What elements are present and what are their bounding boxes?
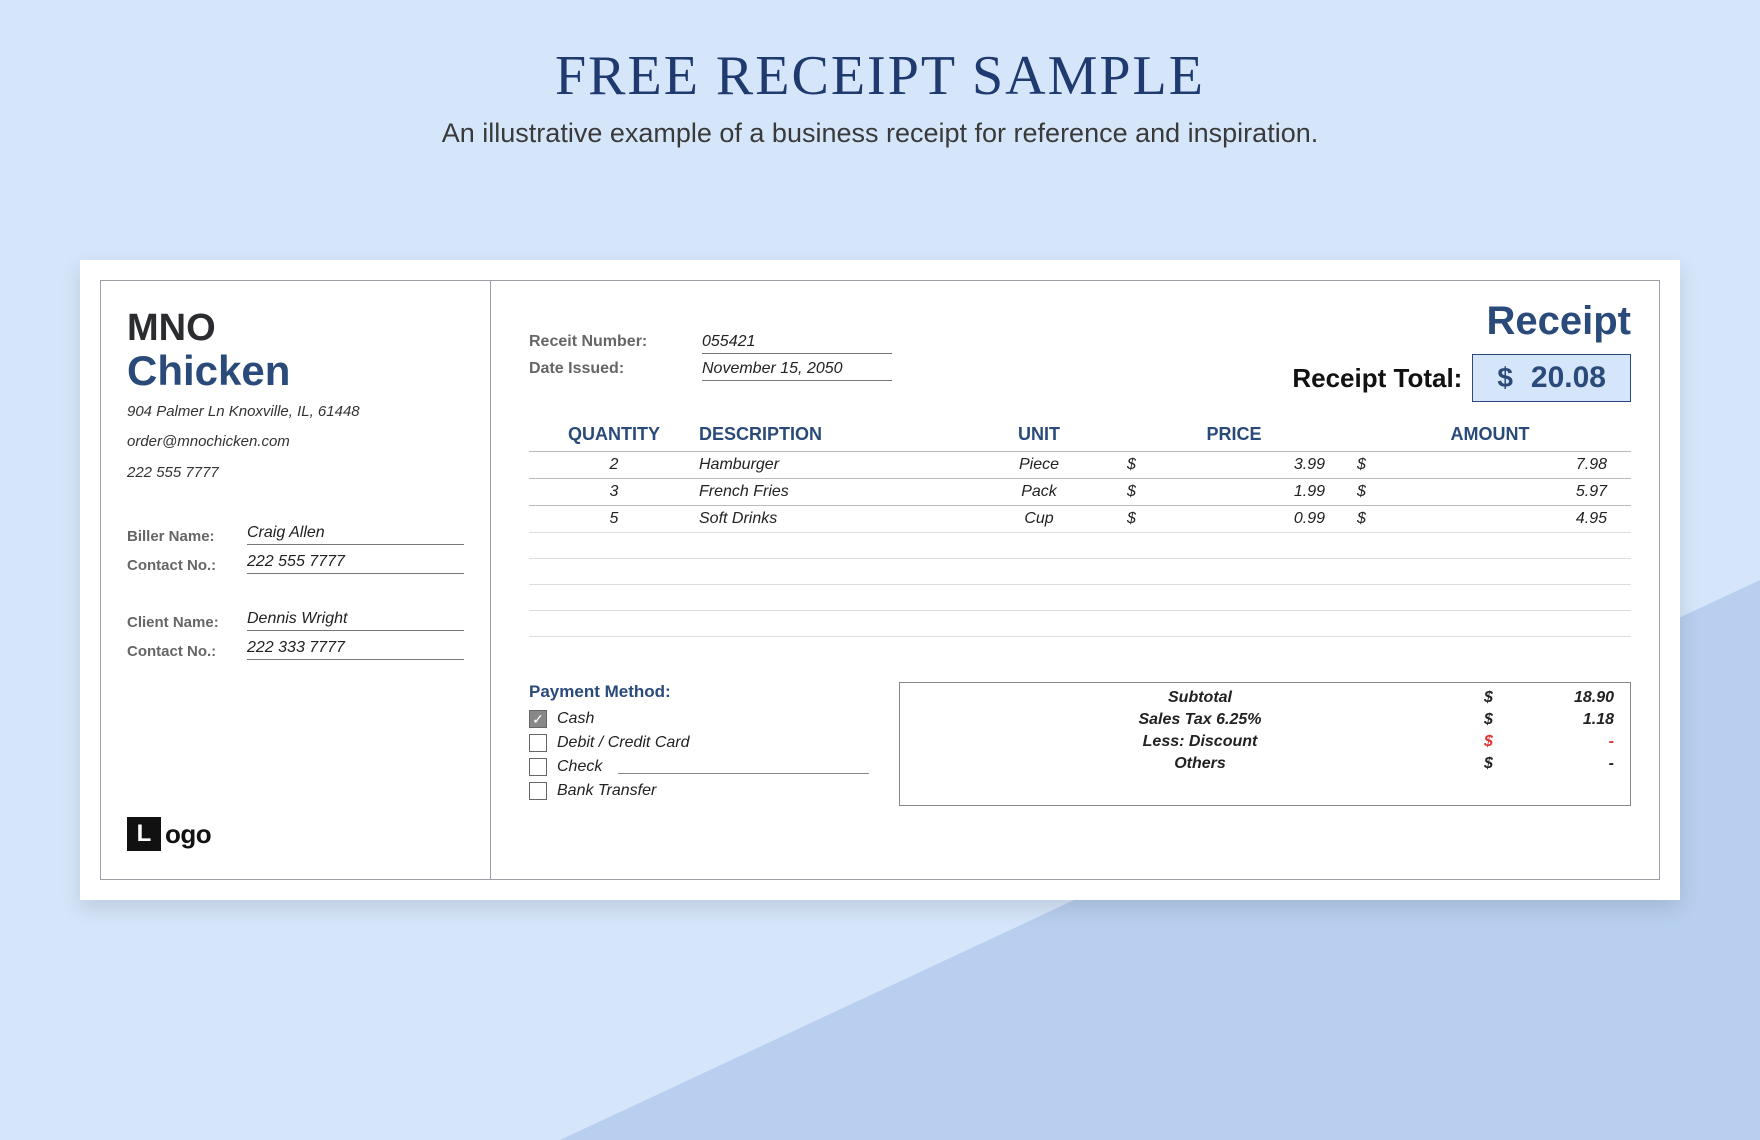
client-name-label: Client Name: — [127, 614, 247, 631]
payment-option[interactable]: Bank Transfer — [529, 782, 869, 800]
item-desc: Soft Drinks — [699, 510, 959, 528]
logo-text: ogo — [165, 819, 211, 850]
checkbox-icon[interactable] — [529, 734, 547, 752]
card-inner: MNO Chicken 904 Palmer Ln Knoxville, IL,… — [100, 280, 1660, 880]
checkbox-icon[interactable]: ✓ — [529, 710, 547, 728]
item-amount: $7.98 — [1349, 456, 1631, 474]
receipt-number-value: 055421 — [702, 333, 892, 354]
col-price: PRICE — [1119, 424, 1349, 445]
logo-placeholder: L ogo — [127, 817, 464, 851]
table-row: 3French FriesPack$1.99$5.97 — [529, 478, 1631, 505]
biller-block: Biller Name: Craig Allen Contact No.: 22… — [127, 524, 464, 582]
item-qty: 5 — [529, 510, 699, 528]
client-contact-value: 222 333 7777 — [247, 639, 464, 660]
summary-currency: $ — [1484, 689, 1514, 707]
summary-value: 1.18 — [1514, 711, 1614, 729]
page-subtitle: An illustrative example of a business re… — [0, 118, 1760, 149]
client-contact-label: Contact No.: — [127, 643, 247, 660]
summary-currency: $ — [1484, 755, 1514, 773]
logo-icon: L — [127, 817, 161, 851]
item-qty: 3 — [529, 483, 699, 501]
table-row-empty — [529, 558, 1631, 584]
payment-method-title: Payment Method: — [529, 682, 869, 702]
col-description: DESCRIPTION — [699, 424, 959, 445]
biller-contact-label: Contact No.: — [127, 557, 247, 574]
payment-option-label: Debit / Credit Card — [557, 734, 690, 752]
summary-row: Subtotal$18.90 — [916, 687, 1614, 709]
item-price: $3.99 — [1119, 456, 1349, 474]
col-amount: AMOUNT — [1349, 424, 1631, 445]
company-name-line2: Chicken — [127, 349, 464, 393]
receipt-number-label: Receit Number: — [529, 333, 684, 354]
summary-label: Less: Discount — [916, 733, 1484, 751]
summary-value: 18.90 — [1514, 689, 1614, 707]
table-row: 5Soft DrinksCup$0.99$4.95 — [529, 505, 1631, 532]
table-row-empty — [529, 610, 1631, 636]
payment-option-label: Check — [557, 758, 602, 776]
table-row-empty — [529, 584, 1631, 610]
biller-contact-value: 222 555 7777 — [247, 553, 464, 574]
right-panel: Receit Number: 055421 Date Issued: Novem… — [491, 281, 1659, 879]
col-quantity: QUANTITY — [529, 424, 699, 445]
left-panel: MNO Chicken 904 Palmer Ln Knoxville, IL,… — [101, 281, 491, 879]
client-name-value: Dennis Wright — [247, 610, 464, 631]
table-row-empty — [529, 532, 1631, 558]
check-fill-line — [618, 760, 869, 774]
summary-currency: $ — [1484, 733, 1514, 751]
payment-option[interactable]: Check — [529, 758, 869, 776]
summary-label: Subtotal — [916, 689, 1484, 707]
payment-option-label: Cash — [557, 710, 594, 728]
receipt-heading: Receipt — [1292, 299, 1631, 344]
receipt-total-label: Receipt Total: — [1292, 363, 1462, 394]
date-issued-label: Date Issued: — [529, 360, 684, 381]
checkbox-icon[interactable] — [529, 758, 547, 776]
total-amount: 20.08 — [1531, 361, 1606, 395]
payment-methods: Payment Method: ✓ Cash Debit / Credit Card… — [529, 682, 869, 806]
receipt-card: MNO Chicken 904 Palmer Ln Knoxville, IL,… — [80, 260, 1680, 900]
payment-option[interactable]: ✓ Cash — [529, 710, 869, 728]
item-desc: French Fries — [699, 483, 959, 501]
checkbox-icon[interactable] — [529, 782, 547, 800]
item-unit: Cup — [959, 510, 1119, 528]
company-email: order@mnochicken.com — [127, 431, 464, 454]
summary-row: Others$- — [916, 753, 1614, 775]
col-unit: UNIT — [959, 424, 1119, 445]
summary-box: Subtotal$18.90Sales Tax 6.25%$1.18Less: … — [899, 682, 1631, 806]
item-qty: 2 — [529, 456, 699, 474]
summary-value: - — [1514, 755, 1614, 773]
item-unit: Piece — [959, 456, 1119, 474]
summary-label: Others — [916, 755, 1484, 773]
company-name-line1: MNO — [127, 309, 464, 349]
total-currency: $ — [1497, 362, 1513, 394]
item-amount: $4.95 — [1349, 510, 1631, 528]
item-unit: Pack — [959, 483, 1119, 501]
summary-currency: $ — [1484, 711, 1514, 729]
summary-label: Sales Tax 6.25% — [916, 711, 1484, 729]
summary-value: - — [1514, 733, 1614, 751]
table-row: 2HamburgerPiece$3.99$7.98 — [529, 451, 1631, 478]
biller-name-label: Biller Name: — [127, 528, 247, 545]
date-issued-value: November 15, 2050 — [702, 360, 892, 381]
item-price: $1.99 — [1119, 483, 1349, 501]
page-title: FREE RECEIPT SAMPLE — [0, 0, 1760, 108]
items-table: QUANTITY DESCRIPTION UNIT PRICE AMOUNT 2… — [529, 418, 1631, 662]
payment-option[interactable]: Debit / Credit Card — [529, 734, 869, 752]
payment-option-label: Bank Transfer — [557, 782, 656, 800]
company-address: 904 Palmer Ln Knoxville, IL, 61448 — [127, 401, 464, 424]
company-phone: 222 555 7777 — [127, 462, 464, 485]
receipt-total-box: $ 20.08 — [1472, 354, 1631, 402]
meta-block: Receit Number: 055421 Date Issued: Novem… — [529, 333, 892, 387]
table-row-empty — [529, 636, 1631, 662]
summary-row: Less: Discount$- — [916, 731, 1614, 753]
item-amount: $5.97 — [1349, 483, 1631, 501]
summary-row: Sales Tax 6.25%$1.18 — [916, 709, 1614, 731]
item-desc: Hamburger — [699, 456, 959, 474]
biller-name-value: Craig Allen — [247, 524, 464, 545]
client-block: Client Name: Dennis Wright Contact No.: … — [127, 610, 464, 668]
item-price: $0.99 — [1119, 510, 1349, 528]
